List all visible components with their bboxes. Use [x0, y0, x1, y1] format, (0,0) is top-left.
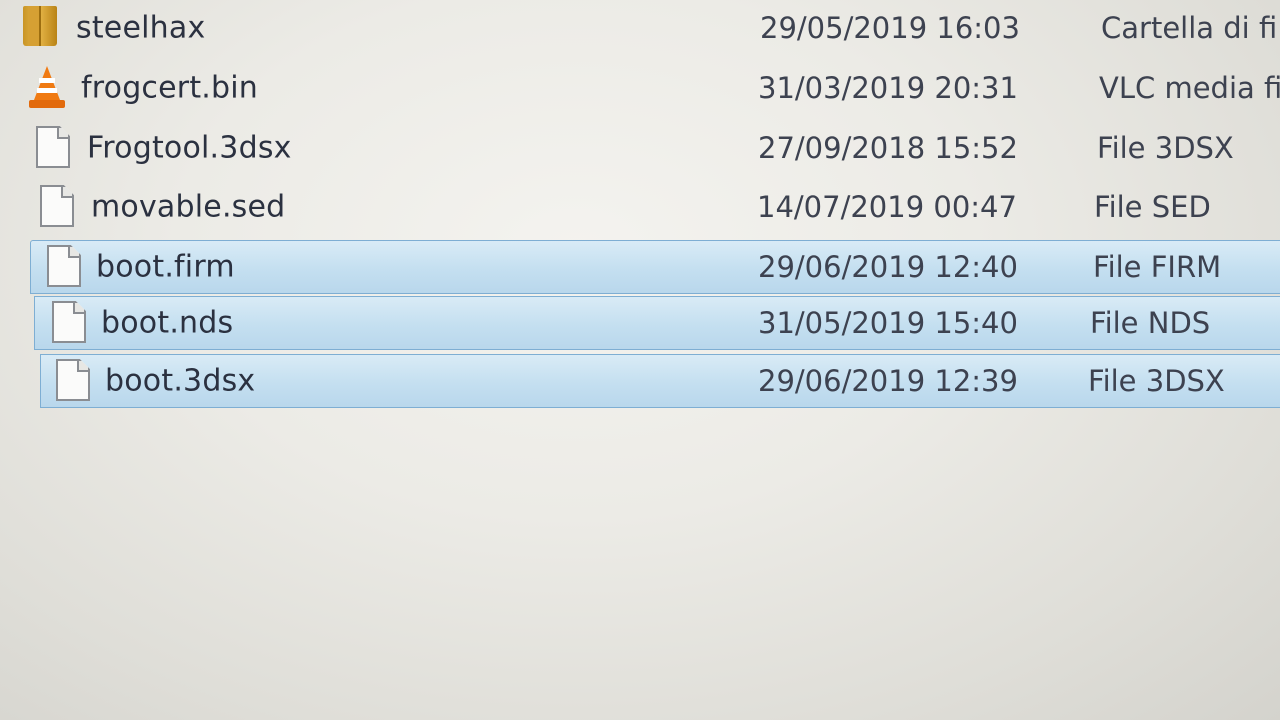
- vlc-icon: [29, 66, 65, 110]
- file-row-frogtool[interactable]: Frogtool.3dsx 27/09/2018 15:52 File 3DSX: [30, 121, 1280, 175]
- file-row-boot-firm[interactable]: boot.firm 29/06/2019 12:40 File FIRM: [30, 240, 1280, 294]
- file-date: 31/05/2019 15:40: [758, 306, 1018, 340]
- file-date: 27/09/2018 15:52: [758, 131, 1018, 165]
- file-type: File SED: [1094, 190, 1211, 224]
- file-icon: [36, 126, 72, 170]
- file-row-boot-3dsx[interactable]: boot.3dsx 29/06/2019 12:39 File 3DSX: [40, 354, 1280, 408]
- file-type: Cartella di fi: [1101, 11, 1278, 45]
- file-name: Frogtool.3dsx: [87, 130, 292, 166]
- file-type: File 3DSX: [1088, 364, 1225, 398]
- file-row-frogcert[interactable]: frogcert.bin 31/03/2019 20:31 VLC media …: [29, 61, 1280, 115]
- file-name: frogcert.bin: [81, 70, 259, 106]
- file-date: 29/06/2019 12:39: [758, 364, 1018, 398]
- file-date: 31/03/2019 20:31: [758, 71, 1018, 105]
- file-type: File 3DSX: [1097, 131, 1234, 165]
- file-type: File NDS: [1090, 306, 1211, 340]
- file-date: 29/05/2019 16:03: [760, 11, 1020, 45]
- file-row-steelhax[interactable]: steelhax 29/05/2019 16:03 Cartella di fi: [23, 1, 1280, 55]
- file-date: 29/06/2019 12:40: [758, 250, 1018, 284]
- file-name: boot.nds: [101, 305, 234, 341]
- file-icon: [52, 301, 88, 345]
- file-icon: [56, 359, 92, 403]
- file-name: movable.sed: [91, 189, 286, 225]
- file-row-movable[interactable]: movable.sed 14/07/2019 00:47 File SED: [30, 180, 1280, 234]
- file-name: boot.firm: [96, 249, 235, 285]
- folder-icon: [23, 6, 59, 50]
- file-name: steelhax: [76, 10, 206, 46]
- file-name: boot.3dsx: [105, 363, 256, 399]
- file-icon: [40, 185, 76, 229]
- file-type: File FIRM: [1093, 250, 1222, 284]
- file-list: steelhax 29/05/2019 16:03 Cartella di fi…: [0, 0, 1280, 720]
- file-date: 14/07/2019 00:47: [757, 190, 1017, 224]
- file-row-boot-nds[interactable]: boot.nds 31/05/2019 15:40 File NDS: [34, 296, 1280, 350]
- file-type: VLC media fi: [1099, 71, 1280, 105]
- file-icon: [47, 245, 83, 289]
